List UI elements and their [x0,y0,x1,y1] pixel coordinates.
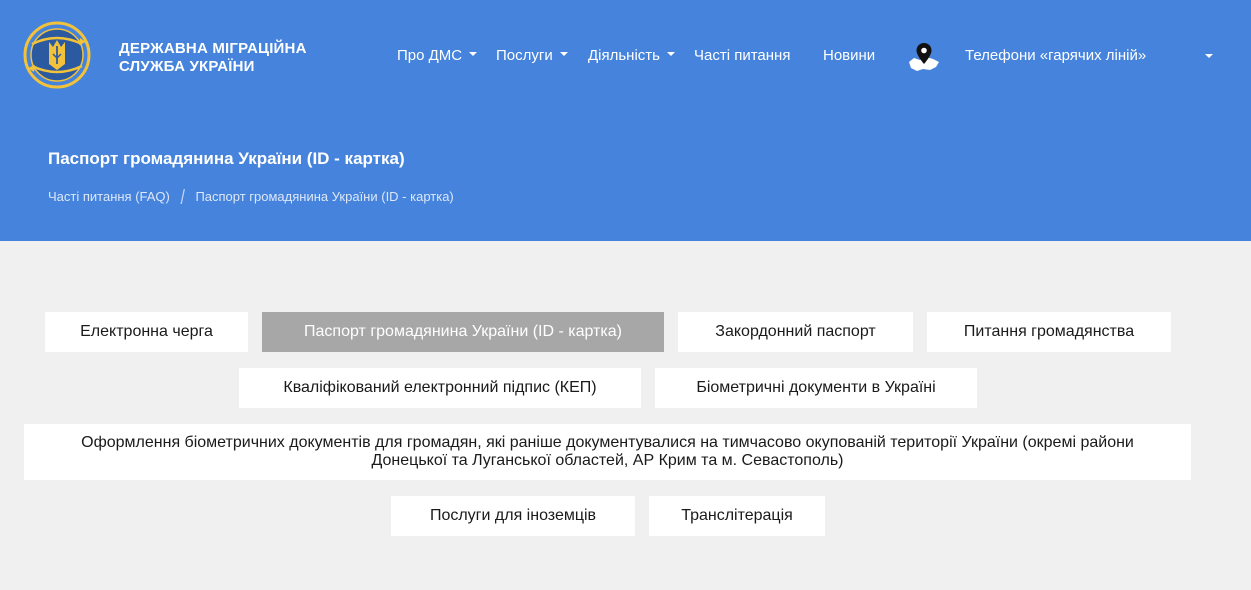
emblem-icon[interactable] [22,20,92,90]
category-label: Оформлення біометричних документів для г… [81,434,1134,469]
map-pin-icon[interactable] [906,40,942,74]
category-button-electronic-queue[interactable]: Електронна черга [45,312,248,352]
nav-item-label: Діяльність [588,47,660,64]
breadcrumb: Часті питання (FAQ) / Паспорт громадянина … [48,187,454,209]
category-button-citizenship[interactable]: Питання громадянства [927,312,1171,352]
breadcrumb-link-faq[interactable]: Часті питання (FAQ) [48,189,170,204]
hotlines-dropdown[interactable]: Телефони «гарячих ліній» [965,46,1146,66]
org-name[interactable]: ДЕРЖАВНА МІГРАЦІЙНА СЛУЖБА УКРАЇНИ [119,40,307,76]
category-button-id-card[interactable]: Паспорт громадянина України (ID - картка… [262,312,664,352]
nav-item-activity[interactable]: Діяльність [588,46,675,66]
category-button-services-for-foreigners[interactable]: Послуги для іноземців [391,496,635,536]
category-label: Біометричні документи в Україні [696,379,936,396]
breadcrumb-current: Паспорт громадянина України (ID - картка… [195,189,454,204]
org-name-line1: ДЕРЖАВНА МІГРАЦІЙНА [119,40,307,57]
nav-item-faq[interactable]: Часті питання [694,46,790,66]
chevron-down-icon [559,52,568,57]
category-button-transliteration[interactable]: Транслітерація [649,496,825,536]
category-label: Електронна черга [80,323,213,340]
category-label: Паспорт громадянина України (ID - картка… [304,323,622,340]
category-label: Кваліфікований електронний підпис (КЕП) [283,379,597,396]
category-button-biometric-documents[interactable]: Біометричні документи в Україні [655,368,977,408]
category-label: Закордонний паспорт [715,323,876,340]
nav-item-label: Послуги [496,47,553,64]
nav-item-about[interactable]: Про ДМС [397,46,478,66]
chevron-down-icon [666,52,675,57]
nav-item-label: Часті питання [694,47,791,64]
org-name-line2: СЛУЖБА УКРАЇНИ [119,58,255,75]
category-label: Послуги для іноземців [429,507,597,524]
category-button-occupied-territories[interactable]: Оформлення біометричних документів для г… [24,424,1191,480]
nav-item-label: Новини [823,47,876,64]
category-button-foreign-passport[interactable]: Закордонний паспорт [678,312,913,352]
chevron-down-icon[interactable] [1205,54,1213,58]
page-title: Паспорт громадянина України (ID - картка… [48,149,405,168]
hotlines-label: Телефони «гарячих ліній» [965,47,1147,64]
page-header: ДЕРЖАВНА МІГРАЦІЙНА СЛУЖБА УКРАЇНИ Про Д… [0,0,1251,241]
nav-item-label: Про ДМС [397,47,463,64]
nav-item-news[interactable]: Новини [823,46,875,66]
category-label: Транслітерація [681,507,793,524]
chevron-down-icon [469,52,478,57]
category-button-qualified-e-signature[interactable]: Кваліфікований електронний підпис (КЕП) [239,368,641,408]
breadcrumb-separator: / [180,187,185,209]
category-label: Питання громадянства [963,323,1135,340]
nav-item-services[interactable]: Послуги [496,46,568,66]
